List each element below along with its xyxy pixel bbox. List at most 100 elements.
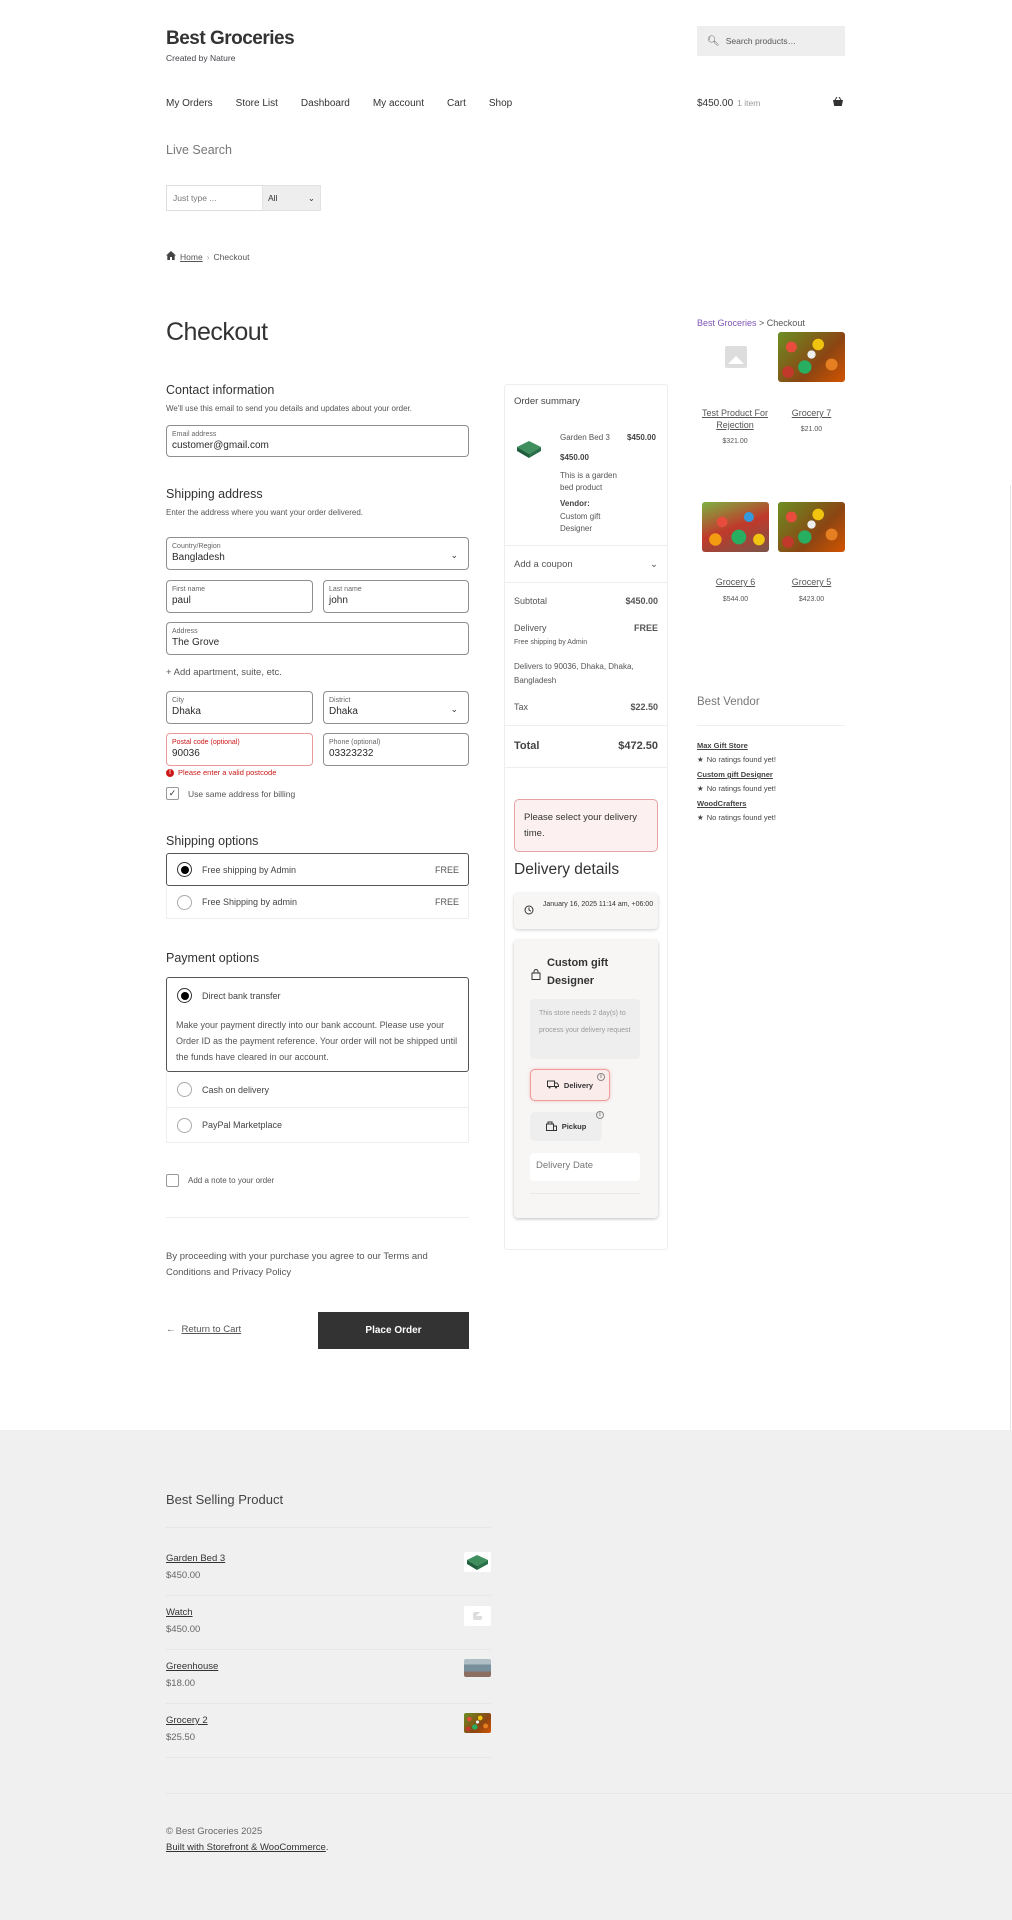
best-selling-thumbnail[interactable] <box>464 1552 491 1572</box>
product-link[interactable]: Grocery 7 <box>778 407 845 419</box>
product-link[interactable]: Grocery 6 <box>702 576 769 588</box>
info-icon[interactable]: i <box>597 1073 605 1081</box>
checkbox-unchecked-icon[interactable] <box>166 1174 179 1187</box>
phone-value: 03323232 <box>329 748 374 759</box>
shopping-bag-icon <box>531 967 541 985</box>
nav-store-list[interactable]: Store List <box>236 98 278 109</box>
delivery-date-input[interactable]: Delivery Date <box>530 1153 640 1181</box>
radio-unselected-icon[interactable] <box>177 894 192 910</box>
page-title: Checkout <box>166 318 268 346</box>
info-icon[interactable]: i <box>596 1111 604 1119</box>
add-note-checkbox[interactable]: Add a note to your order <box>166 1174 274 1187</box>
radio-unselected-icon[interactable] <box>177 1082 192 1097</box>
sidebar-breadcrumb: Best Groceries > Checkout <box>697 318 805 328</box>
basket-icon[interactable] <box>832 96 844 110</box>
site-title[interactable]: Best Groceries <box>166 28 295 50</box>
divider <box>505 582 667 583</box>
district-label: District <box>329 697 351 704</box>
country-select[interactable]: Country/Region Bangladesh ⌄ <box>166 537 469 570</box>
vendor-link[interactable]: WoodCrafters <box>697 799 746 808</box>
built-with-link[interactable]: Built with Storefront & WooCommerce <box>166 1842 326 1853</box>
payment-option-label: PayPal Marketplace <box>202 1120 283 1130</box>
return-to-cart[interactable]: ← Return to Cart <box>166 1324 241 1335</box>
product-image-grocery-5[interactable] <box>778 502 845 552</box>
postal-code-value: 90036 <box>172 748 200 759</box>
shipping-option-admin[interactable]: Free shipping by Admin FREE <box>166 853 469 886</box>
product-image-placeholder[interactable] <box>702 332 769 382</box>
city-value: Dhaka <box>172 706 201 717</box>
product-search-input[interactable]: 🔍︎ Search products… <box>697 26 845 56</box>
built-with: Built with Storefront & WooCommerce. <box>166 1842 328 1853</box>
error-icon: ! <box>166 768 174 777</box>
email-field[interactable]: Email address customer@gmail.com <box>166 425 469 457</box>
vendor-rating: ★ No ratings found yet! <box>697 755 776 764</box>
city-field[interactable]: City Dhaka <box>166 691 313 724</box>
nav-shop[interactable]: Shop <box>489 98 512 109</box>
arrow-left-icon: ← <box>166 1324 176 1335</box>
coupon-toggle[interactable]: Add a coupon ⌄ <box>514 559 658 570</box>
nav-my-account[interactable]: My account <box>373 98 424 109</box>
vendor-link[interactable]: Max Gift Store <box>697 741 748 750</box>
site-footer <box>0 1430 1012 1920</box>
product-link[interactable]: Grocery 5 <box>778 576 845 588</box>
shipping-address-subtitle: Enter the address where you want your or… <box>166 508 363 517</box>
last-name-field[interactable]: Last name john <box>323 580 469 613</box>
payment-option-paypal[interactable]: PayPal Marketplace <box>166 1108 469 1143</box>
pickup-option-button[interactable]: Pickup i <box>530 1111 604 1141</box>
place-order-button[interactable]: Place Order <box>318 1312 469 1349</box>
divider <box>166 1793 1012 1794</box>
delivery-datetime-card[interactable]: January 16, 2025 11:14 am, +06:00 <box>514 893 658 929</box>
product-link[interactable]: Test Product For Rejection <box>700 407 770 431</box>
district-select[interactable]: District Dhaka ⌄ <box>323 691 469 724</box>
nav-my-orders[interactable]: My Orders <box>166 98 213 109</box>
product-price: $321.00 <box>722 438 748 445</box>
vendor-link[interactable]: Custom gift Designer <box>697 770 773 779</box>
radio-unselected-icon[interactable] <box>177 1117 192 1133</box>
address-value: The Grove <box>172 637 220 648</box>
nav-dashboard[interactable]: Dashboard <box>301 98 350 109</box>
same-billing-checkbox[interactable]: ✓ Use same address for billing <box>166 787 295 800</box>
delivery-row: Delivery FREE <box>514 623 658 633</box>
header-cart-link[interactable]: $450.00 1 item <box>697 98 760 109</box>
order-summary-title: Order summary <box>514 396 580 407</box>
product-price: $544.00 <box>722 596 749 603</box>
divider <box>505 767 667 768</box>
shipping-address-title: Shipping address <box>166 487 263 501</box>
payment-option-cod[interactable]: Cash on delivery <box>166 1072 469 1108</box>
postal-code-field[interactable]: Postal code (optional) 90036 <box>166 733 313 766</box>
best-selling-link[interactable]: Grocery 2 <box>166 1715 208 1726</box>
checkout-page: Best Groceries Created by Nature 🔍︎ Sear… <box>0 0 1012 1920</box>
phone-field[interactable]: Phone (optional) 03323232 <box>323 733 469 766</box>
breadcrumb-current: Checkout <box>213 251 250 262</box>
shipping-option-admin-2[interactable]: Free Shipping by admin FREE <box>166 886 469 919</box>
live-search-input[interactable]: Just type ... <box>166 185 262 211</box>
chevron-down-icon: ⌄ <box>307 193 315 203</box>
shipping-option-price: FREE <box>434 897 459 907</box>
best-selling-thumbnail[interactable] <box>464 1713 491 1733</box>
product-image-grocery-7[interactable] <box>778 332 845 382</box>
first-name-field[interactable]: First name paul <box>166 580 313 613</box>
radio-selected-icon[interactable] <box>177 988 192 1003</box>
return-to-cart-link[interactable]: Return to Cart <box>182 1324 242 1335</box>
address-field[interactable]: Address The Grove <box>166 622 469 655</box>
breadcrumb-home[interactable]: Home <box>180 252 203 262</box>
terms-text: By proceeding with your purchase you agr… <box>166 1251 428 1278</box>
product-image-grocery-6[interactable] <box>702 502 769 552</box>
add-apartment-link[interactable]: + Add apartment, suite, etc. <box>166 667 282 678</box>
best-selling-thumbnail[interactable] <box>464 1659 491 1677</box>
tax-row: Tax $22.50 <box>514 702 658 712</box>
checkbox-checked-icon[interactable]: ✓ <box>166 787 179 800</box>
best-selling-link[interactable]: Garden Bed 3 <box>166 1553 225 1564</box>
item-unit-price: $450.00 <box>560 453 589 462</box>
best-selling-thumbnail[interactable] <box>464 1606 491 1626</box>
best-selling-link[interactable]: Greenhouse <box>166 1661 218 1672</box>
delivery-option-button[interactable]: Delivery i <box>530 1069 610 1101</box>
nav-cart[interactable]: Cart <box>447 98 466 109</box>
live-search-category-select[interactable]: All ⌄ <box>262 185 321 211</box>
payment-option-row: Direct bank transfer <box>167 978 468 1003</box>
subtotal-value: $450.00 <box>625 596 658 606</box>
radio-selected-icon[interactable] <box>177 862 192 877</box>
payment-option-bank-transfer[interactable]: Direct bank transfer Make your payment d… <box>166 977 469 1072</box>
best-selling-link[interactable]: Watch <box>166 1607 193 1618</box>
sidebar-breadcrumb-link[interactable]: Best Groceries <box>697 318 757 328</box>
